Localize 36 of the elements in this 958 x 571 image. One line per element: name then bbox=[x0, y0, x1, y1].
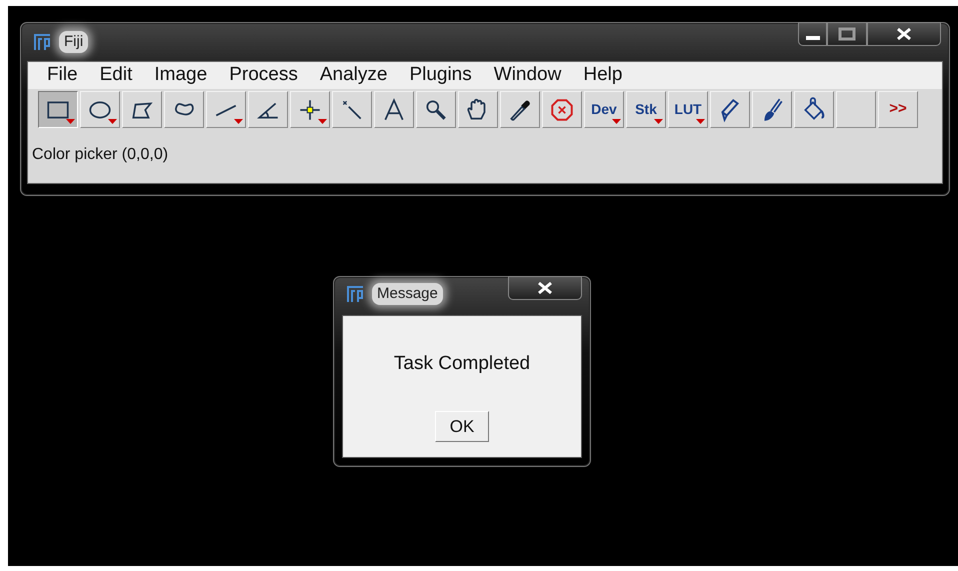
window-title: Fiji bbox=[59, 30, 88, 54]
tool-button[interactable]: Stk bbox=[626, 91, 666, 128]
minimize-icon bbox=[806, 36, 820, 40]
maximize-button[interactable] bbox=[827, 22, 867, 46]
app-icon bbox=[346, 285, 364, 303]
menu-item[interactable]: Window bbox=[482, 63, 572, 87]
menu-item[interactable]: Process bbox=[218, 63, 309, 87]
dropdown-arrow-icon bbox=[696, 119, 705, 124]
menu-item[interactable]: Plugins bbox=[398, 63, 483, 87]
close-button[interactable] bbox=[508, 276, 582, 300]
close-button[interactable] bbox=[867, 22, 941, 46]
minimize-button[interactable] bbox=[798, 22, 827, 46]
menu-item[interactable]: Edit bbox=[88, 63, 144, 87]
dropdown-arrow-icon bbox=[234, 119, 243, 124]
tool-button[interactable] bbox=[38, 91, 78, 128]
dropdown-arrow-icon bbox=[66, 119, 75, 124]
message-text: Task Completed bbox=[394, 352, 530, 376]
dialog-title: Message bbox=[372, 282, 443, 306]
dropdown-arrow-icon bbox=[108, 119, 117, 124]
cancel-icon bbox=[549, 96, 575, 122]
dropdown-arrow-icon bbox=[654, 119, 663, 124]
tool-button[interactable]: LUT bbox=[668, 91, 708, 128]
menu-item[interactable]: Image bbox=[143, 63, 218, 87]
menu-item[interactable]: File bbox=[36, 63, 89, 87]
ok-button[interactable]: OK bbox=[434, 410, 490, 442]
close-icon bbox=[895, 27, 913, 41]
menu-item[interactable]: Help bbox=[572, 63, 634, 87]
status-text: Color picker (0,0,0) bbox=[31, 145, 168, 165]
tool-button[interactable]: >> bbox=[878, 91, 918, 128]
menu-item[interactable]: Analyze bbox=[308, 63, 398, 87]
close-icon bbox=[536, 281, 554, 295]
app-icon bbox=[33, 33, 51, 51]
dropdown-arrow-icon bbox=[318, 119, 327, 124]
tool-button[interactable]: Dev bbox=[584, 91, 624, 128]
dropdown-arrow-icon bbox=[612, 119, 621, 124]
maximize-icon bbox=[838, 27, 856, 41]
